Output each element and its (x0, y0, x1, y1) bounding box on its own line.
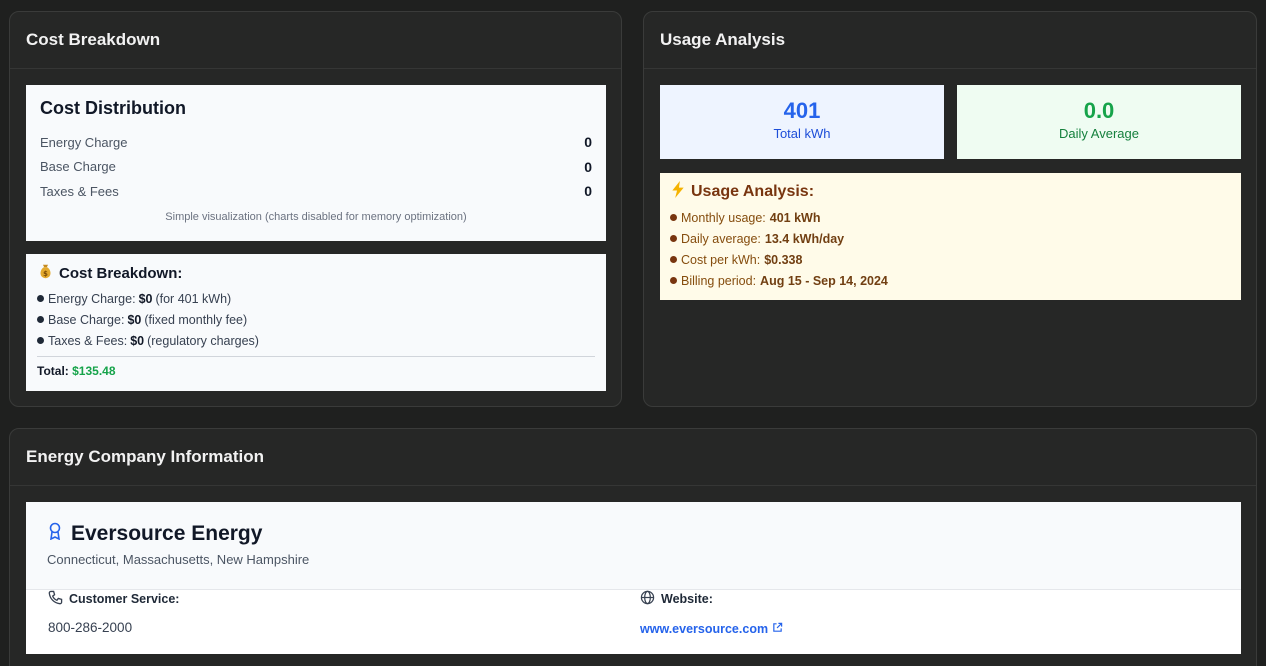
company-region: Connecticut, Massachusetts, New Hampshir… (47, 552, 310, 567)
distribution-row-base: Base Charge 0 (40, 155, 592, 180)
breakdown-line-label: Taxes & Fees: (48, 333, 128, 348)
cost-breakdown-header: Cost Breakdown (10, 12, 621, 69)
award-icon (47, 522, 63, 546)
daily-average-value: 0.0 (1083, 98, 1115, 123)
analysis-line-label: Cost per kWh: (681, 252, 761, 267)
cost-breakdown-title: Cost Breakdown (26, 30, 161, 49)
analysis-title: Usage Analysis: (691, 183, 815, 200)
cost-distribution-panel: Cost Distribution Energy Charge 0 Base C… (26, 85, 606, 241)
breakdown-line-amount: $0 (138, 291, 153, 306)
distribution-label: Energy Charge (40, 134, 128, 150)
analysis-title-row: Usage Analysis: (670, 181, 1231, 203)
cost-breakdown-panel: $ Cost Breakdown: Energy Charge: $0 (for… (26, 254, 606, 391)
analysis-line-value: $0.338 (764, 252, 803, 267)
bullet-dot (37, 316, 44, 323)
breakdown-line-label: Energy Charge: (48, 291, 136, 306)
website-link[interactable]: www.eversource.com (640, 622, 783, 636)
breakdown-total: Total: $135.48 (37, 356, 595, 378)
customer-service-label: Customer Service: (69, 592, 180, 606)
lightning-icon (670, 181, 686, 203)
usage-analysis-title: Usage Analysis (660, 30, 786, 49)
total-label: Total: (37, 364, 69, 378)
analysis-line-cost: Cost per kWh: $0.338 (670, 249, 1231, 270)
svg-text:$: $ (43, 270, 48, 278)
distribution-note: Simple visualization (charts disabled fo… (165, 210, 467, 223)
analysis-line-label: Daily average: (681, 231, 761, 246)
website-label-row: Website: (640, 590, 783, 608)
bullet-dot (670, 214, 677, 221)
company-panel: Eversource Energy Connecticut, Massachus… (26, 502, 1241, 654)
breakdown-line-amount: $0 (127, 312, 142, 327)
website: Website: www.eversource.com (640, 590, 783, 636)
distribution-label: Taxes & Fees (40, 183, 119, 199)
distribution-value: 0 (584, 134, 592, 151)
analysis-line-billing: Billing period: Aug 15 - Sep 14, 2024 (670, 270, 1231, 291)
breakdown-line-label: Base Charge: (48, 312, 125, 327)
breakdown-title-row: $ Cost Breakdown: (37, 263, 595, 284)
analysis-line-daily: Daily average: 13.4 kWh/day (670, 228, 1231, 249)
total-kwh-label: Total kWh (773, 126, 831, 141)
customer-service-label-row: Customer Service: (48, 590, 179, 608)
distribution-label: Base Charge (40, 159, 116, 175)
total-kwh-stat: 401 Total kWh (660, 85, 944, 159)
analysis-line-value: 401 kWh (769, 210, 821, 225)
distribution-value: 0 (584, 158, 592, 175)
bullet-dot (37, 295, 44, 302)
customer-service-phone: 800-286-2000 (48, 620, 133, 635)
breakdown-line-taxes: Taxes & Fees: $0 (regulatory charges) (37, 330, 595, 351)
company-info-title: Energy Company Information (26, 447, 265, 466)
bullet-dot (670, 277, 677, 284)
breakdown-title: Cost Breakdown: (59, 265, 183, 282)
company-info-header: Energy Company Information (10, 429, 1256, 486)
breakdown-line-amount: $0 (130, 333, 145, 348)
external-link-icon (772, 622, 783, 636)
customer-service: Customer Service: 800-286-2000 (48, 590, 179, 635)
analysis-line-label: Billing period: (681, 273, 757, 288)
usage-analysis-card: Usage Analysis 401 Total kWh 0.0 Daily A… (643, 11, 1257, 407)
total-value: $135.48 (72, 364, 116, 378)
daily-average-stat: 0.0 Daily Average (957, 85, 1241, 159)
usage-analysis-panel: Usage Analysis: Monthly usage: 401 kWh D… (660, 173, 1241, 300)
daily-average-label: Daily Average (1059, 126, 1139, 141)
distribution-row-energy: Energy Charge 0 (40, 130, 592, 155)
company-summary: Eversource Energy Connecticut, Massachus… (26, 502, 1241, 590)
breakdown-line-base: Base Charge: $0 (fixed monthly fee) (37, 309, 595, 330)
analysis-line-monthly: Monthly usage: 401 kWh (670, 207, 1231, 228)
phone-icon (48, 590, 63, 608)
total-kwh-value: 401 (783, 98, 821, 123)
company-info-card: Energy Company Information Eversource En… (9, 428, 1257, 666)
cost-distribution-title: Cost Distribution (40, 98, 186, 118)
breakdown-line-energy: Energy Charge: $0 (for 401 kWh) (37, 288, 595, 309)
usage-analysis-header: Usage Analysis (644, 12, 1256, 69)
company-contacts: Customer Service: 800-286-2000 Website: … (26, 590, 1241, 654)
bullet-dot (670, 235, 677, 242)
analysis-line-value: Aug 15 - Sep 14, 2024 (760, 273, 888, 288)
distribution-row-taxes: Taxes & Fees 0 (40, 179, 592, 204)
company-name: Eversource Energy (71, 522, 263, 545)
company-name-row: Eversource Energy (47, 522, 1220, 546)
breakdown-line-detail: (fixed monthly fee) (144, 312, 248, 327)
analysis-line-label: Monthly usage: (681, 210, 766, 225)
distribution-value: 0 (584, 183, 592, 200)
bullet-dot (670, 256, 677, 263)
website-link-text: www.eversource.com (640, 622, 769, 636)
globe-icon (640, 590, 655, 608)
bullet-dot (37, 337, 44, 344)
breakdown-line-detail: (regulatory charges) (147, 333, 259, 348)
analysis-line-value: 13.4 kWh/day (764, 231, 845, 246)
cost-breakdown-card: Cost Breakdown Cost Distribution Energy … (9, 11, 622, 407)
breakdown-line-detail: (for 401 kWh) (155, 291, 232, 306)
website-label: Website: (661, 592, 713, 606)
money-bag-icon: $ (37, 263, 54, 284)
